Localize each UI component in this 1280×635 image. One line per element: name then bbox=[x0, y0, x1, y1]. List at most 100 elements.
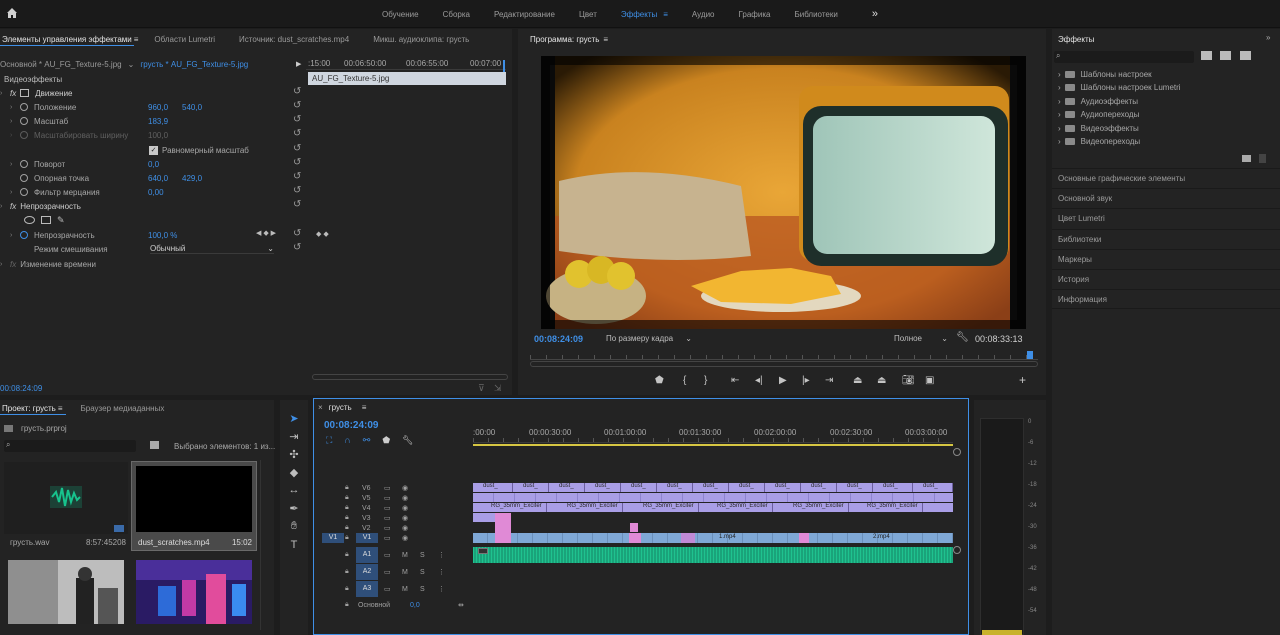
snap-icon[interactable]: ∩ bbox=[344, 435, 350, 446]
home-icon[interactable] bbox=[6, 7, 20, 21]
pen-tool-icon[interactable]: ✒ bbox=[286, 500, 302, 516]
clip[interactable] bbox=[681, 533, 695, 543]
motion-transform-icon[interactable] bbox=[20, 89, 30, 97]
export-icon[interactable]: ⇲ bbox=[494, 383, 502, 394]
film-icon[interactable]: ▭ bbox=[384, 534, 391, 542]
go-to-end-icon[interactable]: ⇹ bbox=[458, 601, 464, 609]
accelerated-effects-icon[interactable] bbox=[1201, 51, 1212, 60]
tab-project[interactable]: Проект: грусть bbox=[0, 404, 64, 413]
lock-icon[interactable]: 🔒︎ bbox=[345, 534, 349, 542]
program-title[interactable]: Программа: грусть bbox=[522, 35, 607, 44]
play-clip-icon[interactable]: ▶ bbox=[296, 60, 301, 68]
more-workspaces-icon[interactable]: » bbox=[872, 8, 878, 20]
reset-icon[interactable]: ↺ bbox=[293, 157, 301, 168]
compare-icon[interactable]: ▣ bbox=[925, 375, 934, 386]
clip[interactable]: dust_ bbox=[913, 483, 953, 492]
rotation-value[interactable]: 0,0 bbox=[148, 160, 159, 169]
workspace-assembly[interactable]: Сборка bbox=[443, 10, 470, 19]
master-volume-value[interactable]: 0,0 bbox=[410, 602, 420, 609]
hand-tool-icon[interactable]: ✋︎ bbox=[286, 518, 302, 534]
chevron-right-icon[interactable]: › bbox=[10, 104, 20, 111]
scale-value[interactable]: 183,9 bbox=[148, 117, 168, 126]
go-to-in-icon[interactable]: ⇤ bbox=[731, 375, 739, 386]
pen-mask-icon[interactable]: ✎ bbox=[57, 215, 65, 226]
tab-source[interactable]: Источник: dust_scratches.mp4 bbox=[231, 35, 357, 44]
project-thumbnail-bw[interactable] bbox=[8, 560, 124, 624]
yuv-effects-icon[interactable] bbox=[1240, 51, 1251, 60]
chevron-right-icon[interactable]: › bbox=[10, 232, 20, 239]
clip[interactable]: RG_35mm_Exciter bbox=[633, 503, 699, 512]
add-marker-icon[interactable]: ⬟ bbox=[382, 435, 390, 446]
fx-icon[interactable]: fx bbox=[10, 202, 16, 211]
program-scrub-ruler[interactable] bbox=[530, 350, 1038, 360]
lift-icon[interactable]: ⏏︎ bbox=[853, 375, 862, 386]
panel-menu-icon[interactable]: ≡ bbox=[58, 404, 63, 413]
ellipse-mask-icon[interactable] bbox=[24, 216, 35, 224]
clip[interactable]: dust_ bbox=[585, 483, 621, 492]
solo-button[interactable]: S bbox=[420, 569, 425, 576]
blend-mode-select[interactable]: Обычный ⌄ bbox=[150, 244, 274, 254]
tab-audio-clip-mixer[interactable]: Микш. аудиоклипа: грусть bbox=[365, 35, 477, 44]
track-label[interactable]: A2 bbox=[356, 564, 378, 580]
stopwatch-icon[interactable] bbox=[20, 231, 28, 239]
chevron-right-icon[interactable]: › bbox=[10, 189, 20, 196]
track-label[interactable]: A3 bbox=[356, 581, 378, 597]
extract-icon[interactable]: ⏏︎ bbox=[877, 375, 886, 386]
eye-icon[interactable]: ◉ bbox=[402, 534, 408, 542]
track-label[interactable]: V1 bbox=[356, 533, 378, 543]
clip[interactable]: RG_35mm_Exciter bbox=[783, 503, 849, 512]
lock-icon[interactable]: 🔒︎ bbox=[345, 484, 349, 492]
film-icon[interactable]: ▭ bbox=[384, 585, 391, 593]
wrench-icon[interactable]: 🔧︎ bbox=[402, 435, 413, 446]
new-bin-icon[interactable] bbox=[1242, 155, 1251, 162]
project-search-input[interactable]: ⌕ bbox=[4, 440, 136, 452]
film-icon[interactable]: ▭ bbox=[384, 484, 391, 492]
uniform-scale-checkbox[interactable]: ✓ bbox=[149, 145, 158, 155]
track-label[interactable]: A1 bbox=[356, 547, 378, 563]
clip[interactable]: RG_35mm_Exciter bbox=[707, 503, 773, 512]
eye-icon[interactable]: ◉ bbox=[402, 504, 408, 512]
stopwatch-icon[interactable] bbox=[20, 117, 28, 125]
stopwatch-icon[interactable] bbox=[20, 174, 28, 182]
panel-lumetri-color[interactable]: Цвет Lumetri bbox=[1052, 208, 1280, 228]
keyframe-nav-icon[interactable]: ◀ ◆ ▶ bbox=[256, 229, 276, 237]
chevron-down-icon[interactable]: › bbox=[0, 90, 10, 97]
clip[interactable]: dust_ bbox=[549, 483, 585, 492]
step-forward-icon[interactable]: |▸ bbox=[802, 375, 810, 386]
anchor-y-value[interactable]: 429,0 bbox=[182, 174, 202, 183]
chevron-right-icon[interactable]: › bbox=[10, 161, 20, 168]
effects-tree-item[interactable]: › Шаблоны настроек Lumetri bbox=[1058, 81, 1181, 94]
clip[interactable]: dust_ bbox=[513, 483, 549, 492]
clip[interactable]: dust_ bbox=[837, 483, 873, 492]
mic-icon[interactable]: ⋮ bbox=[438, 568, 445, 576]
lock-icon[interactable]: 🔒︎ bbox=[345, 551, 349, 559]
clip[interactable]: RG_35mm_Exciter bbox=[481, 503, 547, 512]
workspace-color[interactable]: Цвет bbox=[579, 10, 597, 19]
timeline-v-scroll-top[interactable] bbox=[953, 448, 961, 456]
effects-tree-item[interactable]: › Аудиопереходы bbox=[1058, 108, 1139, 121]
mark-in-icon[interactable]: { bbox=[683, 375, 686, 386]
keyframe-marker-icon[interactable]: ◆ ◆ bbox=[316, 230, 329, 238]
master-clip-label[interactable]: Основной * AU_FG_Texture-5.jpg bbox=[0, 60, 122, 69]
solo-button[interactable]: S bbox=[420, 586, 425, 593]
wrench-icon[interactable]: 🔧︎ bbox=[956, 332, 969, 343]
eye-icon[interactable]: ◉ bbox=[402, 484, 408, 492]
track-v2-clip[interactable] bbox=[630, 523, 638, 532]
clip[interactable] bbox=[495, 533, 511, 543]
timeline-ruler[interactable]: :00:00 00:00:30:00 00:01:00:00 00:01:30:… bbox=[473, 425, 953, 443]
flicker-value[interactable]: 0,00 bbox=[148, 188, 164, 197]
opacity-value[interactable]: 100,0 % bbox=[148, 231, 177, 240]
timeline-tab[interactable]: × грусть ≡ bbox=[318, 403, 366, 412]
clip[interactable]: dust_ bbox=[873, 483, 913, 492]
program-timecode[interactable]: 00:08:24:09 bbox=[534, 334, 583, 344]
mic-icon[interactable]: ⋮ bbox=[438, 585, 445, 593]
rectangle-mask-icon[interactable] bbox=[41, 216, 51, 224]
mute-button[interactable]: M bbox=[402, 552, 408, 559]
track-label[interactable]: V2 bbox=[362, 525, 371, 532]
clip[interactable]: dust_ bbox=[801, 483, 837, 492]
linked-selection-icon[interactable]: ⚯ bbox=[363, 435, 371, 446]
stopwatch-icon[interactable] bbox=[20, 188, 28, 196]
razor-tool-icon[interactable]: ◆ bbox=[286, 464, 302, 480]
panel-history[interactable]: История bbox=[1052, 269, 1280, 289]
lock-icon[interactable]: 🔒︎ bbox=[345, 514, 349, 522]
